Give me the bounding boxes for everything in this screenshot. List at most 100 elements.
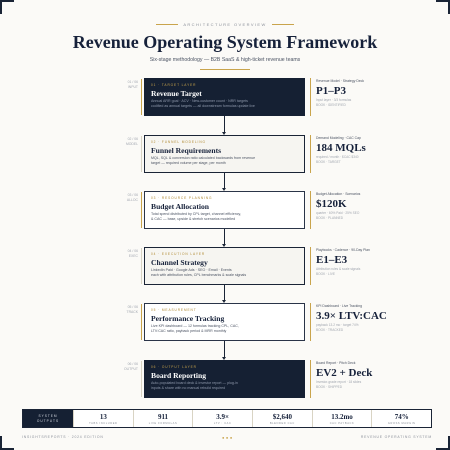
flow-arrow-down-icon — [222, 229, 226, 247]
side-meta-2: BOOK · PLANNED — [316, 215, 344, 220]
header-divider — [200, 69, 250, 70]
stage-index-tag: EXEC — [128, 253, 138, 258]
flow-arrow-down-icon — [222, 341, 226, 360]
stage-name: Performance Tracking — [151, 313, 225, 323]
footer-left: INSIGHTSREPORTS · 2024 EDITION — [22, 435, 104, 439]
eyebrow-rule-left — [156, 24, 179, 26]
stage-description-2: inputs & share with no manual rebuild re… — [151, 386, 226, 390]
flow-arrow-down-icon — [222, 116, 226, 135]
side-meta-2: BOOK · TRACKED — [316, 327, 344, 332]
stage-label: 06 · OUTPUT LAYER — [151, 365, 197, 369]
eyebrow-text: ARCHITECTURE OVERVIEW — [183, 22, 267, 27]
stage-label: 02 · FUNNEL MODELING — [151, 140, 206, 144]
side-value: P1–P3 — [316, 85, 346, 97]
side-caption: Playbooks · Cadence · 90-Day Plan — [316, 248, 370, 252]
metric-label: TABS INCLUDED — [89, 421, 118, 425]
stage-revenue-target: 01 / 06 INPUT 01 · TARGET LAYER Revenue T… — [0, 78, 450, 118]
flow-arrow-down-icon — [222, 285, 226, 303]
stage-description-2: LTV:CAC ratio, payback period & MRR mont… — [151, 329, 227, 333]
summary-metric: 13 TABS INCLUDED — [73, 410, 133, 427]
flow-arrow-down-icon — [222, 173, 226, 191]
metric-value: 74% — [394, 412, 409, 421]
stage-rail — [141, 248, 142, 284]
page-subtitle: Six-stage methodology — B2B SaaS & high-… — [149, 57, 301, 63]
footer-right: REVENUE OPERATING SYSTEM — [360, 435, 432, 439]
stage-description-2: each with attribution rules, CPL benchma… — [151, 273, 247, 277]
summary-metric: 3.9× LTV : CAC — [192, 410, 252, 427]
stage-channel-strategy: 04 / 06 EXEC 04 · EXECUTION LAYER Channel… — [0, 247, 450, 287]
stage-funnel-requirements: 02 / 06 MODEL 02 · FUNNEL MODELING Funnel… — [0, 135, 450, 175]
corner-mark-top-right — [436, 0, 450, 14]
stage-index-tag: ALLOC — [126, 197, 138, 202]
metric-value: 911 — [157, 412, 169, 421]
side-meta-2: BOOK · TARGET — [316, 159, 341, 164]
stage-label: 05 · MEASUREMENT — [151, 308, 197, 312]
corner-mark-bottom-right — [436, 436, 450, 450]
stage-box: 01 · TARGET LAYER Revenue Target Annual … — [144, 78, 305, 116]
stage-index-tag: TRACK — [126, 309, 139, 314]
stage-name: Revenue Target — [151, 88, 202, 98]
eyebrow-rule-right — [271, 24, 294, 26]
stage-box: 05 · MEASUREMENT Performance Tracking Li… — [144, 303, 305, 341]
stage-box: 04 · EXECUTION LAYER Channel Strategy Li… — [144, 247, 305, 285]
stage-index: 01 / 06 INPUT — [118, 80, 138, 89]
stage-index: 03 / 06 ALLOC — [118, 193, 138, 202]
side-caption: Budget Allocation · Scenarios — [316, 192, 361, 196]
side-caption: Demand Modeling · CAC Cap — [316, 136, 361, 140]
metric-label: LTV : CAC — [213, 421, 232, 425]
summary-metric: 13.2mo CAC PAYBACK — [311, 410, 372, 427]
stage-side-note: Revenue Model · Strategy Deck P1–P3 Inpu… — [310, 78, 420, 116]
stage-name: Funnel Requirements — [151, 145, 222, 155]
page-footer: INSIGHTSREPORTS · 2024 EDITION ●●● REVEN… — [22, 435, 432, 441]
side-value: 3.9× LTV:CAC — [316, 310, 387, 322]
side-meta-2: BOOK · LIVE — [316, 271, 335, 276]
stage-index-tag: MODEL — [125, 141, 138, 146]
stage-rail — [141, 136, 142, 172]
stage-description-2: & CAC — base, upside & stretch scenarios… — [151, 217, 236, 221]
stage-description-2: target — required volume per stage, per … — [151, 161, 226, 165]
stage-name: Channel Strategy — [151, 257, 208, 267]
stage-performance-tracking: 05 / 06 TRACK 05 · MEASUREMENT Performanc… — [0, 303, 450, 343]
stage-side-note: Board Report · Pitch Deck EV2 + Deck Inv… — [310, 360, 420, 398]
stage-side-note: Demand Modeling · CAC Cap 184 MQLs requi… — [310, 135, 420, 173]
summary-lead-line-2: OUTPUTS — [36, 418, 60, 423]
side-caption: KPI Dashboard · Live Tracking — [316, 304, 362, 308]
stage-label: 01 · TARGET LAYER — [151, 83, 197, 87]
metric-value: $2,640 — [272, 412, 292, 421]
stage-index-tag: INPUT — [127, 84, 138, 89]
footer-dots-icon: ●●● — [222, 435, 234, 440]
side-caption: Board Report · Pitch Deck — [316, 361, 356, 365]
stage-rail — [141, 304, 142, 340]
summary-metric: 911 LIVE FORMULAS — [132, 410, 193, 427]
stage-box: 02 · FUNNEL MODELING Funnel Requirements… — [144, 135, 305, 173]
metric-value: 13.2mo — [331, 412, 353, 421]
stage-name: Budget Allocation — [151, 201, 210, 211]
stage-index-tag: OUTPUT — [124, 366, 138, 371]
stage-index: 02 / 06 MODEL — [118, 137, 138, 146]
stage-box: 06 · OUTPUT LAYER Board Reporting Auto-p… — [144, 360, 305, 398]
stage-side-note: Budget Allocation · Scenarios $120K quar… — [310, 191, 420, 229]
side-meta-2: BOOK · IDENTIFIED — [316, 102, 346, 107]
stage-label: 03 · RESOURCE PLANNING — [151, 196, 213, 200]
stage-description-2: codified as annual targets — all downstr… — [151, 104, 255, 108]
metric-label: GROSS MARGIN — [387, 421, 416, 425]
stage-index: 04 / 06 EXEC — [118, 249, 138, 258]
stage-side-note: Playbooks · Cadence · 90-Day Plan E1–E3 … — [310, 247, 420, 285]
stage-label: 04 · EXECUTION LAYER — [151, 252, 206, 256]
corner-mark-top-left — [0, 0, 14, 14]
stage-rail — [141, 361, 142, 397]
system-outputs-bar: SYSTEM OUTPUTS 13 TABS INCLUDED 911 LIVE… — [22, 409, 432, 428]
summary-metric: $2,640 BLENDED CAC — [252, 410, 312, 427]
metric-label: BLENDED CAC — [269, 421, 295, 425]
stage-budget-allocation: 03 / 06 ALLOC 03 · RESOURCE PLANNING Budg… — [0, 191, 450, 231]
stage-rail — [141, 192, 142, 228]
metric-value: 13 — [99, 412, 107, 421]
summary-lead: SYSTEM OUTPUTS — [23, 410, 73, 427]
side-value: EV2 + Deck — [316, 367, 373, 379]
side-meta-2: BOOK · SHIPPED — [316, 384, 343, 389]
side-value: 184 MQLs — [316, 142, 366, 154]
metric-label: LIVE FORMULAS — [148, 421, 178, 425]
stage-index: 05 / 06 TRACK — [118, 305, 139, 314]
metric-value: 3.9× — [216, 412, 230, 421]
corner-mark-bottom-left — [0, 436, 14, 450]
